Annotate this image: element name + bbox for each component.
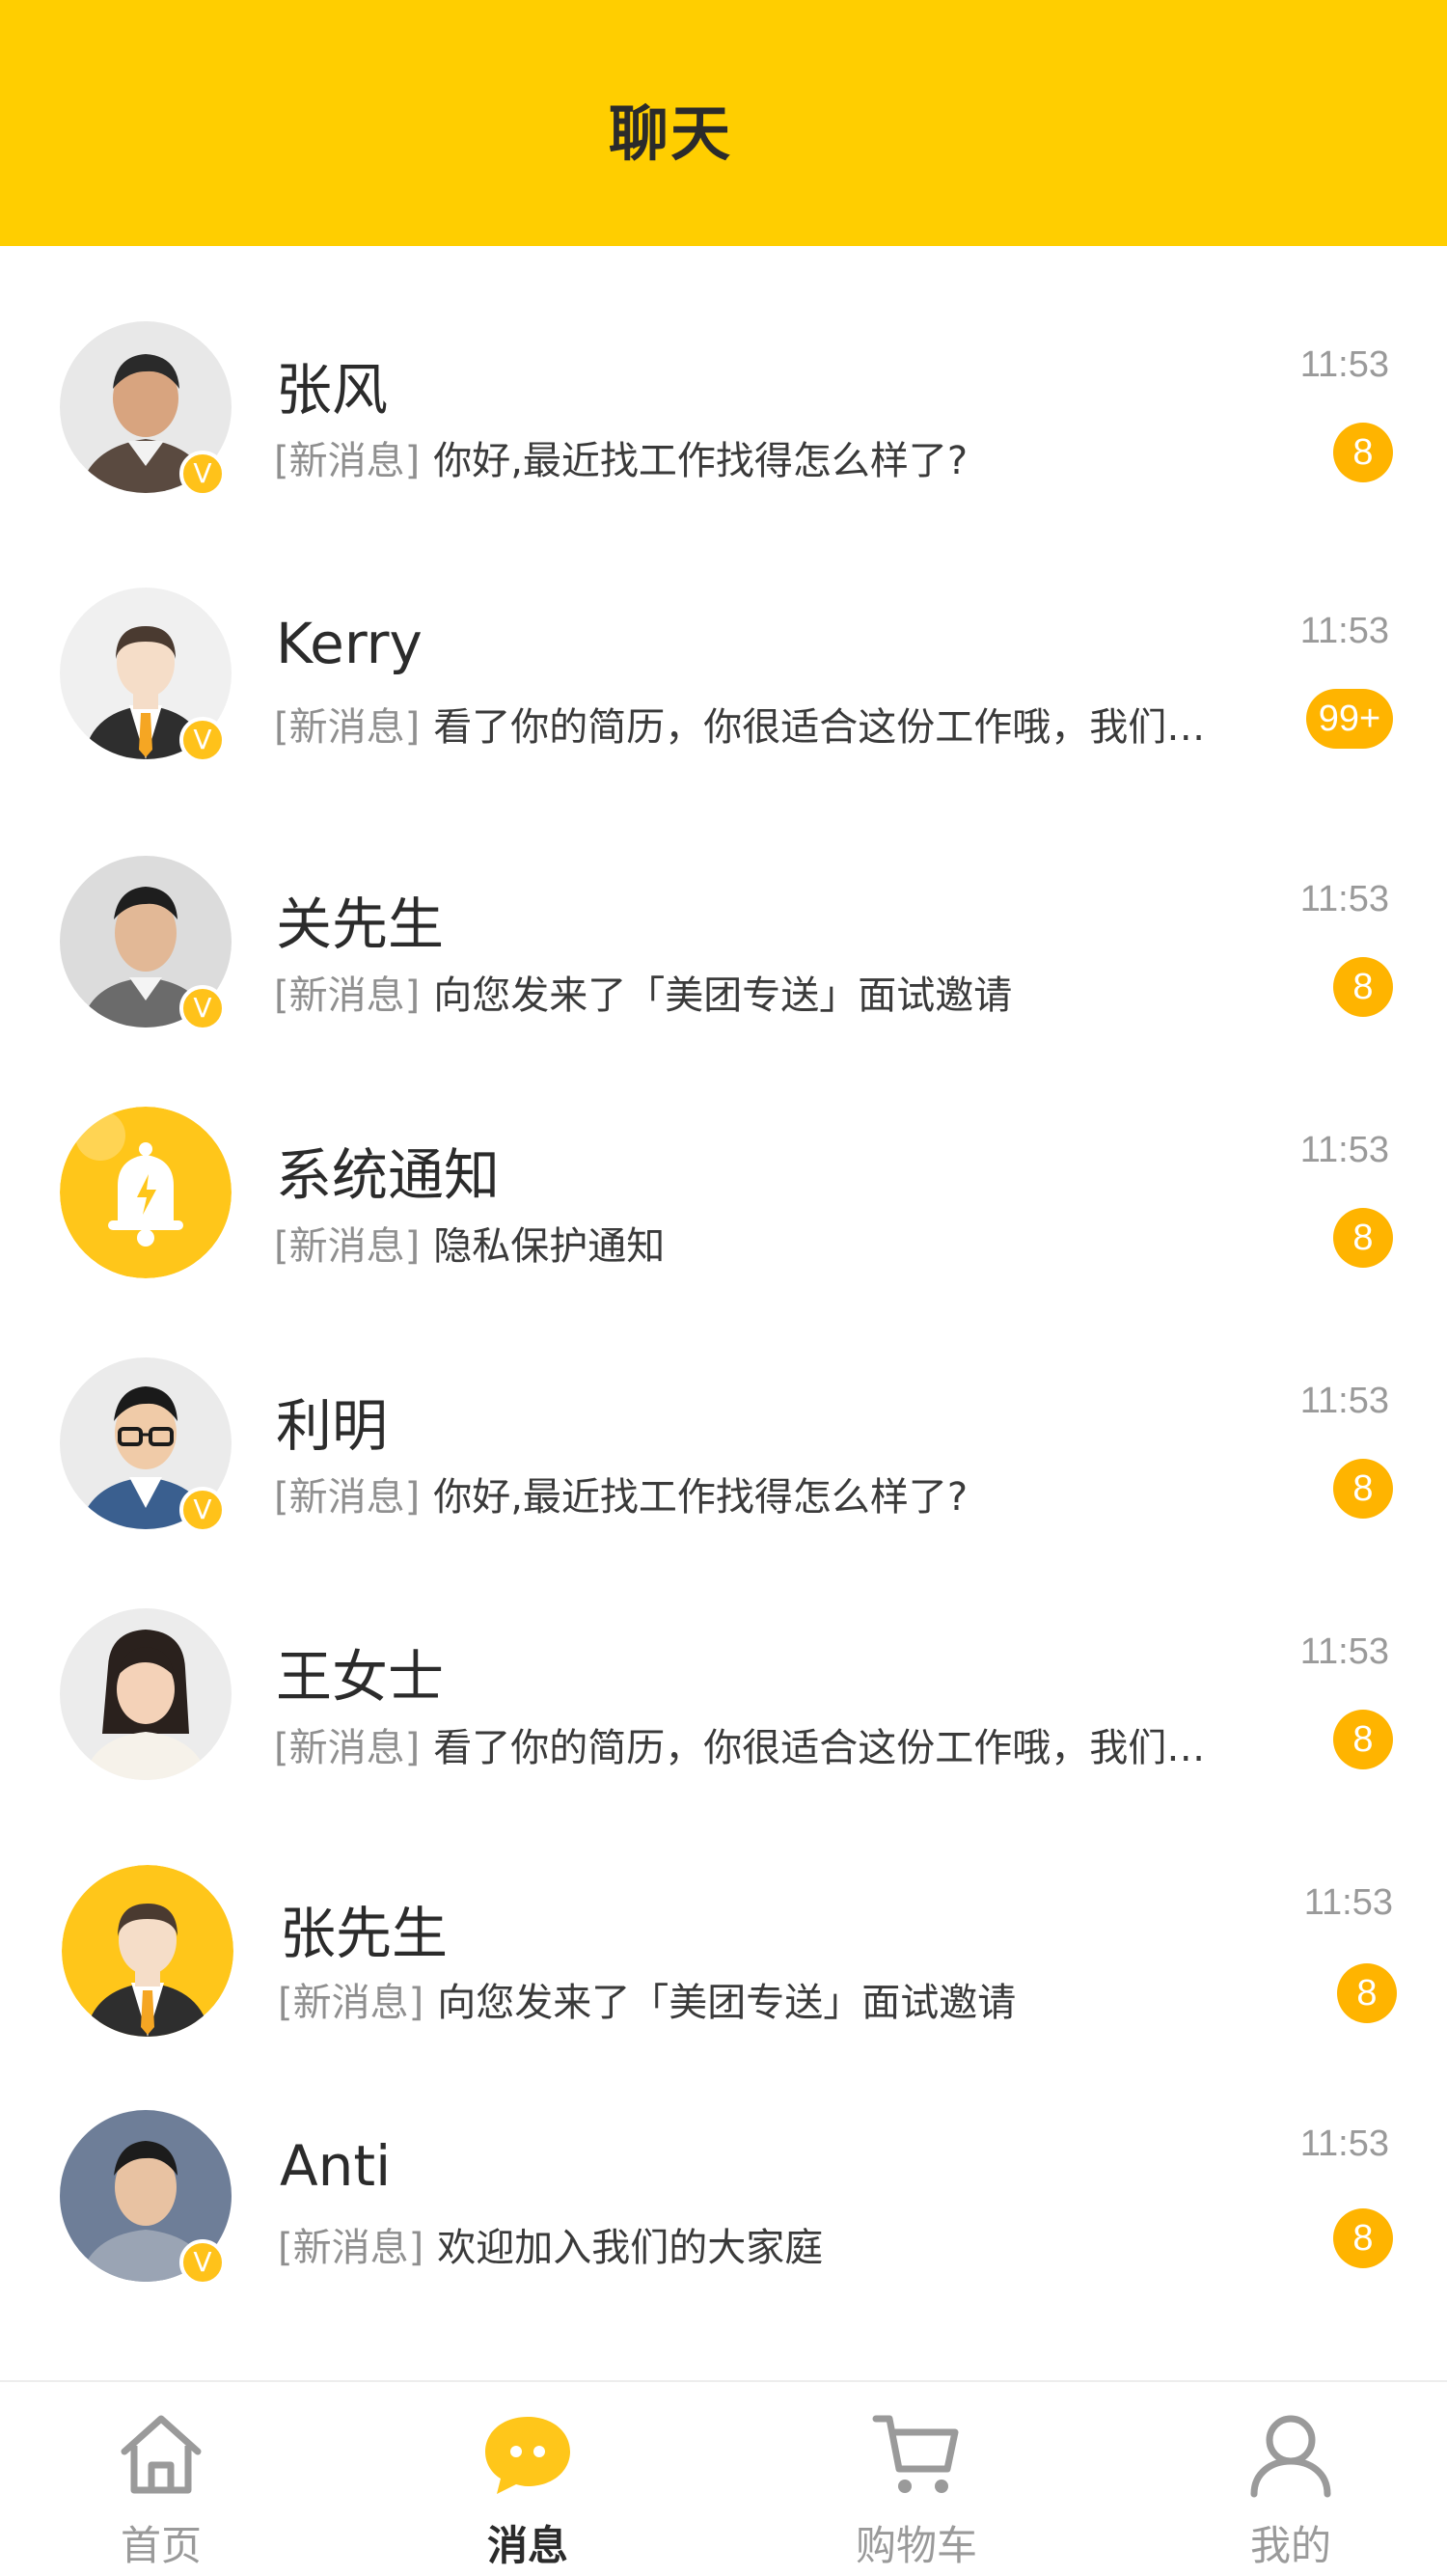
bell-icon [60,1107,232,1278]
message-time: 11:53 [1299,1631,1389,1672]
woman-photo-avatar [60,1608,232,1780]
cart-icon [872,2415,959,2493]
message-preview: [新消息] 欢迎加入我们的大家庭 [278,2216,1300,2272]
avatar [62,1865,233,2037]
message-time: 11:53 [1299,879,1389,919]
tab-label: 消息 [486,2522,568,2569]
contact-name: Kerry [276,611,423,676]
unread-count-badge: 99+ [1306,689,1393,749]
new-message-tag: [新消息] [274,439,421,483]
chat-item[interactable]: V Kerry 11:53 [新消息] 看了你的简历，你很适合这份工作哦，我们… … [0,580,1447,831]
chat-item[interactable]: V 关先生 11:53 [新消息] 向您发来了「美团专送」面试邀请 8 [0,848,1447,1099]
new-message-tag: [新消息] [274,973,421,1018]
chat-item[interactable]: 王女士 11:53 [新消息] 看了你的简历，你很适合这份工作哦，我们… 8 [0,1601,1447,1851]
avatar [60,1608,232,1780]
contact-name: 张先生 [280,1901,449,1966]
message-preview: [新消息] 看了你的简历，你很适合这份工作哦，我们… [274,1716,1297,1772]
message-text: 看了你的简历，你很适合这份工作哦，我们… [433,705,1206,750]
message-time: 11:53 [1299,611,1389,651]
message-preview: [新消息] 你好,最近找工作找得怎么样了? [274,1466,1297,1521]
tab-cart[interactable]: 购物车 [772,2382,1061,2576]
page-title: 聊天 [608,98,732,169]
bottom-tab-bar: 首页 消息 购物车 我的 [0,2380,1447,2576]
tab-label: 我的 [1249,2522,1331,2569]
user-icon [1250,2415,1331,2498]
message-preview: [新消息] 隐私保护通知 [274,1215,1297,1271]
new-message-tag: [新消息] [278,2226,424,2270]
unread-count-badge: 8 [1337,1963,1397,2023]
unread-count-badge: 8 [1333,1459,1393,1519]
tab-label: 首页 [120,2522,202,2569]
new-message-tag: [新消息] [274,705,421,750]
message-text: 你好,最近找工作找得怎么样了? [433,1475,969,1520]
verified-badge-icon: V [179,451,226,497]
tab-home[interactable]: 首页 [16,2382,306,2576]
header-bar: 聊天 [0,0,1447,246]
message-text: 向您发来了「美团专送」面试邀请 [437,1981,1017,2025]
message-preview: [新消息] 你好,最近找工作找得怎么样了? [274,429,1297,485]
message-time: 11:53 [1299,2124,1389,2164]
chat-item[interactable]: V 张风 11:53 [新消息] 你好,最近找工作找得怎么样了? 8 [0,314,1447,564]
contact-name: Anti [280,2133,392,2199]
chat-bubble-icon [485,2417,570,2494]
message-preview: [新消息] 向您发来了「美团专送」面试邀请 [278,1971,1300,2027]
message-time: 11:53 [1299,344,1389,385]
avatar [60,1107,232,1278]
chat-item[interactable]: 张先生 11:53 [新消息] 向您发来了「美团专送」面试邀请 8 [0,1851,1447,2102]
message-text: 隐私保护通知 [433,1224,666,1269]
contact-name: 系统通知 [276,1142,501,1208]
chat-item[interactable]: V 利明 11:53 [新消息] 你好,最近找工作找得怎么样了? 8 [0,1350,1447,1601]
unread-count-badge: 8 [1333,423,1393,482]
verified-badge-icon: V [179,985,226,1031]
message-text: 向您发来了「美团专送」面试邀请 [433,973,1013,1018]
contact-name: 利明 [276,1393,389,1459]
unread-count-badge: 8 [1333,957,1393,1017]
message-time: 11:53 [1299,1381,1389,1421]
verified-badge-icon: V [179,717,226,763]
unread-count-badge: 8 [1333,2208,1393,2268]
businessman-yellow-avatar [62,1865,233,2037]
verified-badge-icon: V [179,2239,226,2286]
home-icon [121,2415,202,2494]
message-time: 11:53 [1299,1130,1389,1170]
unread-count-badge: 8 [1333,1710,1393,1769]
chat-item-system-notification[interactable]: 系统通知 11:53 [新消息] 隐私保护通知 8 [0,1099,1447,1350]
verified-badge-icon: V [179,1487,226,1533]
message-text: 你好,最近找工作找得怎么样了? [433,439,969,483]
new-message-tag: [新消息] [274,1475,421,1520]
message-text: 看了你的简历，你很适合这份工作哦，我们… [433,1726,1206,1770]
message-text: 欢迎加入我们的大家庭 [437,2226,824,2270]
message-time: 11:53 [1303,1882,1393,1923]
tab-profile[interactable]: 我的 [1146,2382,1435,2576]
chat-item[interactable]: V Anti 11:53 [新消息] 欢迎加入我们的大家庭 8 [0,2102,1447,2353]
tab-messages[interactable]: 消息 [383,2382,672,2576]
chat-list[interactable]: V 张风 11:53 [新消息] 你好,最近找工作找得怎么样了? 8 V Kerr… [0,246,1447,2380]
message-preview: [新消息] 向您发来了「美团专送」面试邀请 [274,964,1297,1020]
message-preview: [新消息] 看了你的简历，你很适合这份工作哦，我们… [274,696,1297,752]
contact-name: 关先生 [276,891,445,957]
new-message-tag: [新消息] [274,1224,421,1269]
tab-label: 购物车 [855,2522,977,2569]
contact-name: 王女士 [276,1644,445,1710]
unread-count-badge: 8 [1333,1208,1393,1268]
contact-name: 张风 [276,357,389,423]
new-message-tag: [新消息] [278,1981,424,2025]
new-message-tag: [新消息] [274,1726,421,1770]
